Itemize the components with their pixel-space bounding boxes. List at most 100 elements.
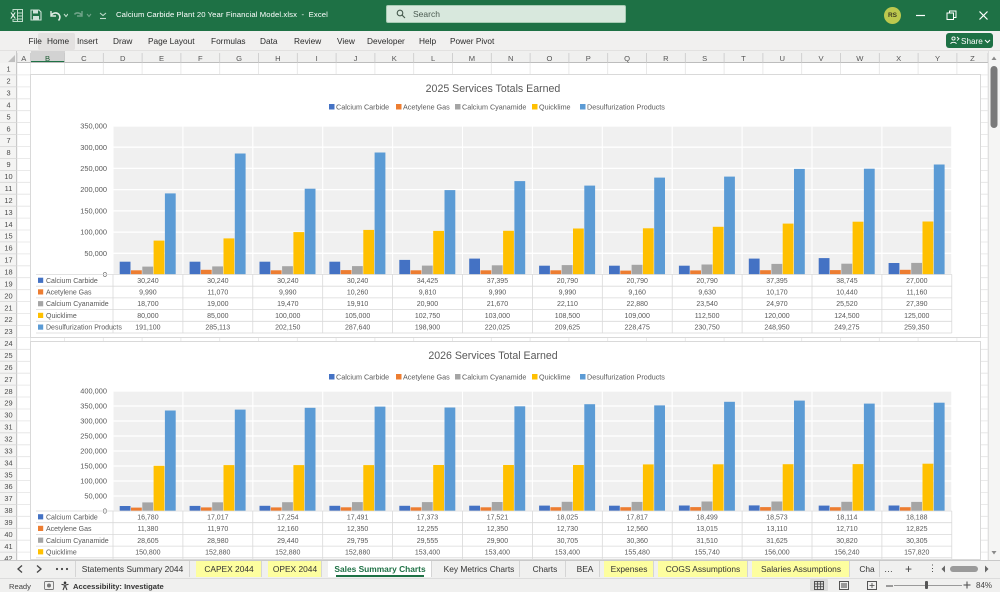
svg-text:2025 Services Totals Earned: 2025 Services Totals Earned [426,83,561,95]
svg-text:11,970: 11,970 [207,526,228,533]
svg-text:28,605: 28,605 [137,538,159,545]
svg-text:24,970: 24,970 [766,301,788,308]
svg-text:230,750: 230,750 [694,325,719,332]
svg-text:150,800: 150,800 [135,549,160,556]
svg-text:9,810: 9,810 [419,290,437,297]
svg-text:38,745: 38,745 [836,278,858,285]
svg-text:287,640: 287,640 [345,325,370,332]
svg-text:11: 11 [5,184,13,193]
svg-text:Calcium Carbide: Calcium Carbide [46,278,98,285]
svg-text:30,240: 30,240 [207,278,229,285]
svg-text:112,500: 112,500 [695,313,720,320]
svg-text:30,705: 30,705 [557,538,579,545]
svg-text:23,540: 23,540 [696,301,718,308]
svg-text:12,560: 12,560 [626,526,648,533]
svg-text:12,710: 12,710 [836,526,858,533]
svg-text:2026 Services Total Earned: 2026 Services Total Earned [428,350,557,362]
svg-text:19,910: 19,910 [347,301,369,308]
svg-text:Quicklime: Quicklime [539,103,571,112]
svg-text:36: 36 [4,482,12,491]
svg-text:27,390: 27,390 [906,301,928,308]
svg-text:300,000: 300,000 [80,417,107,426]
svg-text:27,000: 27,000 [906,278,928,285]
svg-text:21: 21 [4,303,12,312]
svg-text:Calcium Cyanamide: Calcium Cyanamide [462,103,526,112]
svg-text:9,630: 9,630 [698,290,716,297]
svg-text:31,510: 31,510 [696,538,718,545]
svg-text:3: 3 [6,89,10,98]
svg-text:157,820: 157,820 [904,549,929,556]
svg-text:15: 15 [4,232,12,241]
svg-text:202,150: 202,150 [275,325,300,332]
svg-text:28: 28 [4,387,12,396]
svg-text:30,240: 30,240 [347,278,369,285]
svg-text:100,000: 100,000 [80,228,107,237]
svg-text:11,070: 11,070 [207,290,228,297]
svg-text:152,880: 152,880 [345,549,370,556]
svg-text:33: 33 [4,446,12,455]
svg-text:9,990: 9,990 [139,290,157,297]
svg-text:9,990: 9,990 [279,290,297,297]
svg-text:150,000: 150,000 [80,207,107,216]
svg-text:17,521: 17,521 [487,514,509,521]
svg-text:12,350: 12,350 [347,526,369,533]
svg-text:20,790: 20,790 [626,278,648,285]
svg-text:29: 29 [4,399,12,408]
svg-text:Calcium Carbide: Calcium Carbide [336,103,389,112]
svg-text:18,025: 18,025 [557,514,579,521]
svg-text:9,990: 9,990 [489,290,507,297]
svg-text:220,025: 220,025 [485,325,510,332]
svg-text:31,625: 31,625 [766,538,788,545]
svg-text:37,395: 37,395 [766,278,788,285]
svg-text:17,017: 17,017 [207,514,229,521]
svg-text:156,000: 156,000 [764,549,789,556]
svg-text:23: 23 [4,327,12,336]
svg-text:13: 13 [4,208,12,217]
svg-text:37,395: 37,395 [487,278,509,285]
svg-text:17,254: 17,254 [277,514,299,521]
svg-text:400,000: 400,000 [80,387,107,396]
svg-text:37: 37 [4,494,12,503]
svg-text:22,110: 22,110 [557,301,578,308]
svg-text:150,000: 150,000 [80,462,107,471]
svg-text:29,440: 29,440 [277,538,299,545]
svg-text:29,795: 29,795 [347,538,369,545]
svg-text:18: 18 [4,268,12,277]
svg-text:22,880: 22,880 [626,301,648,308]
svg-text:18,114: 18,114 [836,514,857,521]
svg-text:Calcium Cyanamide: Calcium Cyanamide [46,538,109,545]
svg-text:248,950: 248,950 [764,325,789,332]
svg-text:20: 20 [4,291,12,300]
svg-text:7: 7 [6,136,10,145]
svg-text:152,880: 152,880 [275,549,300,556]
svg-text:10,260: 10,260 [347,290,369,297]
svg-text:41: 41 [4,542,12,551]
svg-text:1: 1 [6,65,10,74]
svg-text:34,425: 34,425 [417,278,439,285]
svg-text:22: 22 [4,315,12,324]
svg-text:6: 6 [6,124,10,133]
svg-text:40: 40 [4,530,12,539]
svg-text:13,015: 13,015 [696,526,718,533]
svg-text:20,900: 20,900 [417,301,439,308]
svg-text:39: 39 [4,518,12,527]
svg-text:11,160: 11,160 [906,290,927,297]
svg-text:30,820: 30,820 [836,538,858,545]
svg-text:Acetylene Gas: Acetylene Gas [46,290,92,297]
svg-text:100,000: 100,000 [80,477,107,486]
svg-text:9,990: 9,990 [559,290,577,297]
svg-text:Acetylene Gas: Acetylene Gas [46,526,92,533]
svg-text:30,240: 30,240 [137,278,159,285]
svg-text:19,000: 19,000 [207,301,229,308]
svg-text:120,000: 120,000 [764,313,789,320]
svg-text:100,000: 100,000 [275,313,300,320]
svg-text:35: 35 [4,470,12,479]
svg-text:153,400: 153,400 [555,549,580,556]
svg-text:209,625: 209,625 [555,325,580,332]
svg-text:29,900: 29,900 [487,538,509,545]
svg-text:Quicklime: Quicklime [539,373,571,382]
svg-text:2: 2 [6,77,10,86]
svg-text:12,160: 12,160 [277,526,299,533]
svg-text:Calcium Cyanamide: Calcium Cyanamide [46,301,109,308]
svg-text:17: 17 [4,256,12,265]
